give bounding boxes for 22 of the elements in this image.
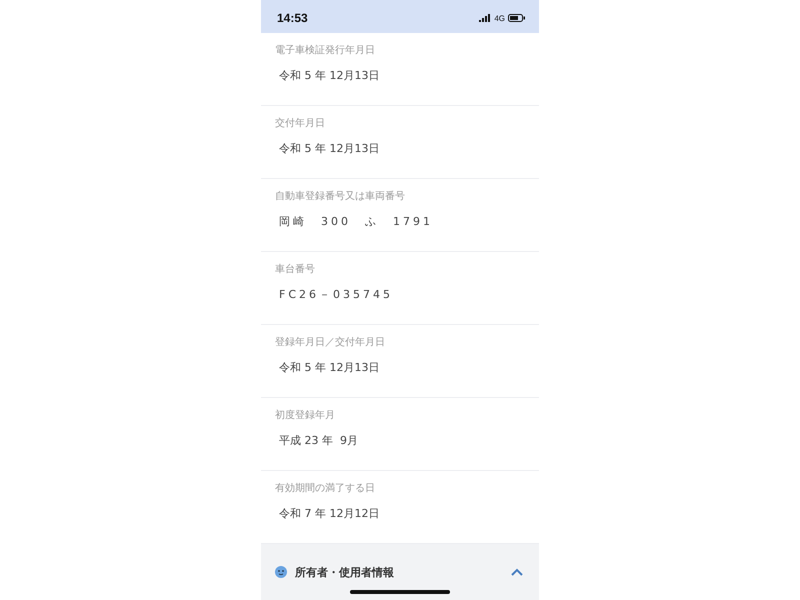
face-icon (275, 566, 287, 578)
field-label: 電子車検証発行年月日 (275, 45, 375, 57)
field-value: 令和 5 年 12月13日 (278, 361, 380, 375)
caret-up-icon (511, 568, 523, 576)
battery-icon (508, 14, 525, 22)
field-value: 令和 5 年 12月13日 (278, 142, 380, 156)
signal-icon (479, 14, 492, 22)
field-value: 岡崎 300 ふ 1791 (278, 215, 433, 229)
field-label: 交付年月日 (275, 118, 325, 130)
section-header[interactable]: 所有者・使用者情報 (261, 544, 539, 600)
network-label: 4G (494, 14, 505, 22)
field-label: 初度登録年月 (275, 410, 335, 422)
field-value: 令和 5 年 12月13日 (278, 69, 380, 83)
field-label: 自動車登録番号又は車両番号 (275, 191, 405, 203)
field-label: 登録年月日／交付年月日 (275, 337, 385, 349)
field-value: 平成 23 年 9月 (278, 434, 358, 448)
status-time: 14:53 (277, 11, 308, 25)
field-value: 令和 7 年 12月12日 (278, 507, 380, 521)
field-value: FC26－035745 (278, 288, 393, 302)
field-label: 有効期間の満了する日 (275, 483, 375, 495)
section-title: 所有者・使用者情報 (295, 564, 395, 580)
field-label: 車台番号 (275, 264, 315, 276)
